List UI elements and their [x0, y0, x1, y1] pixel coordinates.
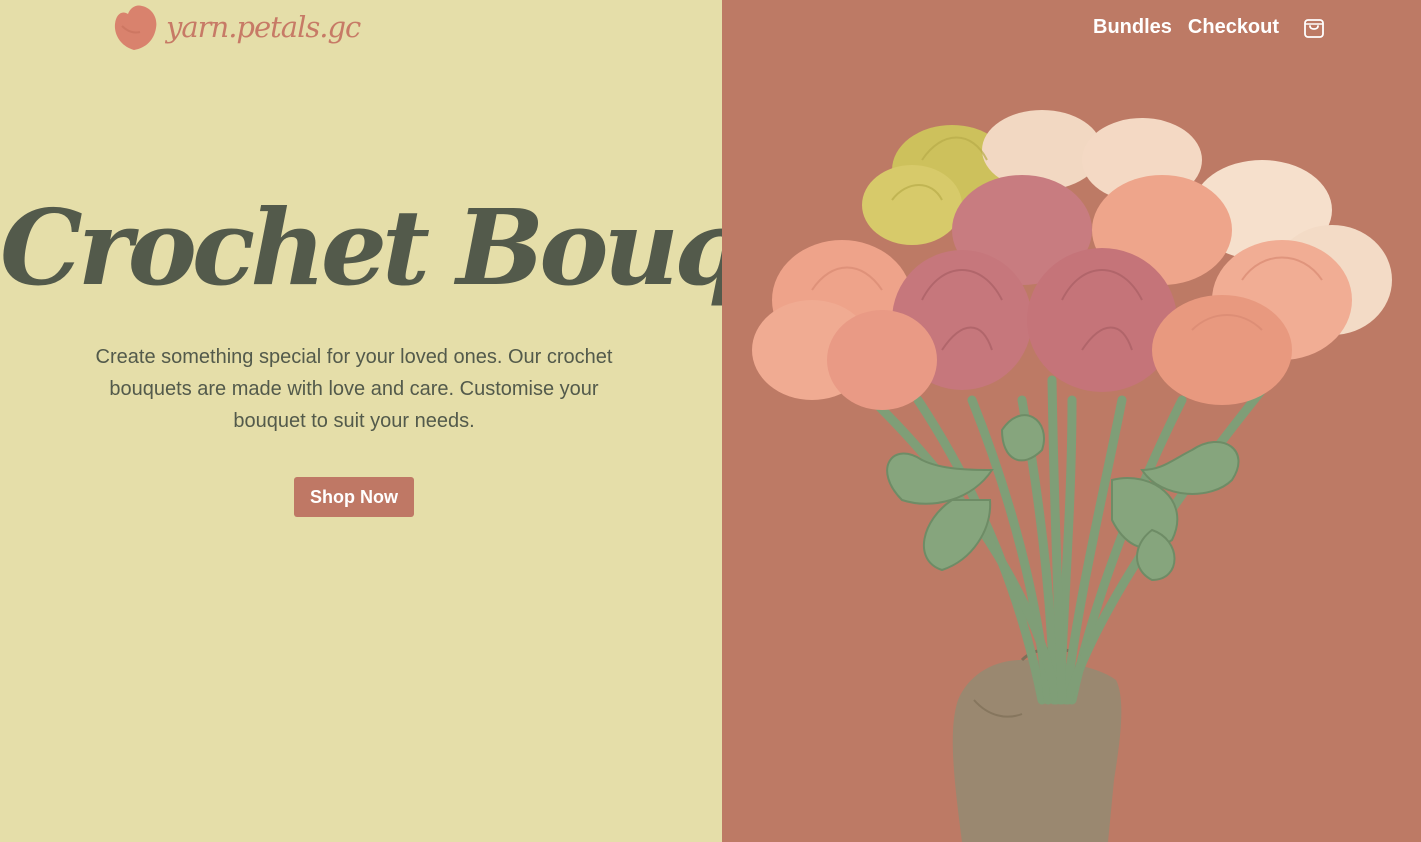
main-nav: Bundles Checkout	[1093, 16, 1295, 39]
shopping-bag-icon[interactable]	[1302, 15, 1326, 39]
hero-right-panel	[722, 0, 1421, 842]
nav-link-bundles[interactable]: Bundles	[1093, 16, 1172, 39]
hero-subtitle: Create something special for your loved …	[95, 346, 613, 432]
shop-now-button[interactable]: Shop Now	[294, 477, 414, 517]
brand-name: yarn.petals.gc	[166, 10, 361, 44]
brand-logo[interactable]: yarn.petals.gc	[112, 4, 361, 54]
hero-left-panel: yarn.petals.gc Crochet Bouquets Create s…	[0, 0, 975, 842]
nav-link-checkout[interactable]: Checkout	[1188, 16, 1279, 39]
hero-title: Crochet Bouquets	[0, 186, 975, 309]
heart-logo-icon	[114, 5, 157, 51]
crochet-bouquet-image	[752, 110, 1392, 842]
